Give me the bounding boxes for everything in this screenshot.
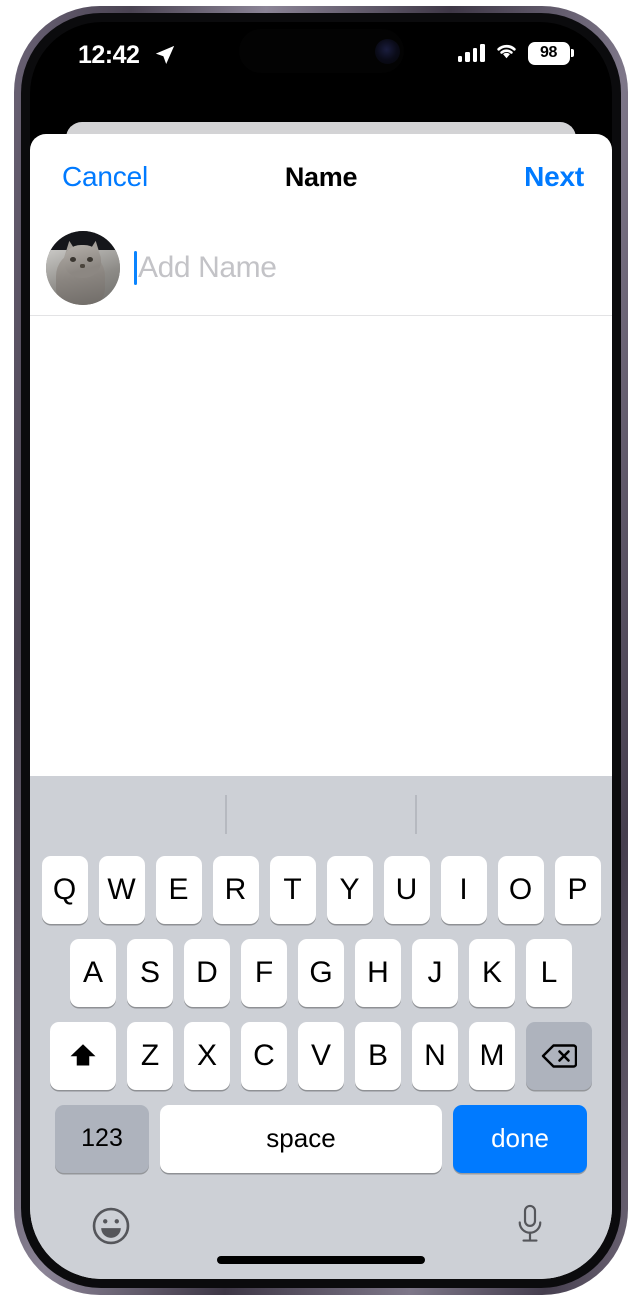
key-a[interactable]: A — [70, 938, 116, 1007]
shift-key[interactable] — [50, 1021, 116, 1090]
predictive-divider — [415, 795, 417, 834]
key-e[interactable]: E — [155, 855, 202, 924]
key-h[interactable]: H — [355, 938, 401, 1007]
done-key[interactable]: done — [453, 1104, 587, 1173]
text-cursor — [134, 250, 137, 285]
status-bar: 12:42 98 — [30, 22, 612, 88]
key-z[interactable]: Z — [127, 1021, 173, 1090]
on-screen-keyboard: Q W E R T Y U I O P A S D F G H J K L Z … — [30, 776, 612, 1279]
name-entry-modal-sheet: Cancel Name Next Add Name Q W E R T Y U … — [30, 134, 612, 1279]
emoji-smiley-icon — [92, 1207, 130, 1245]
key-j[interactable]: J — [412, 938, 458, 1007]
cancel-button[interactable]: Cancel — [62, 161, 148, 193]
cellular-bars-icon — [457, 44, 485, 62]
keyboard-bottom-bar — [30, 1193, 612, 1279]
key-f[interactable]: F — [241, 938, 287, 1007]
key-v[interactable]: V — [298, 1021, 344, 1090]
key-t[interactable]: T — [269, 855, 316, 924]
front-camera-icon — [375, 39, 400, 64]
key-l[interactable]: L — [526, 938, 572, 1007]
key-m[interactable]: M — [469, 1021, 515, 1090]
key-y[interactable]: Y — [326, 855, 373, 924]
phone-screen: 12:42 98 Cancel Name Next Add Name Q W E… — [30, 22, 612, 1279]
status-bar-time: 12:42 — [78, 41, 140, 69]
key-b[interactable]: B — [355, 1021, 401, 1090]
battery-percentage: 98 — [540, 44, 557, 61]
modal-navigation-bar: Cancel Name Next — [30, 134, 612, 220]
home-indicator[interactable] — [217, 1256, 425, 1264]
name-input-placeholder: Add Name — [138, 250, 277, 284]
keyboard-row-2: A S D F G H J K L — [30, 936, 612, 1009]
modal-content-area — [30, 316, 612, 736]
key-i[interactable]: I — [440, 855, 487, 924]
delete-key[interactable] — [526, 1021, 592, 1090]
key-x[interactable]: X — [184, 1021, 230, 1090]
key-n[interactable]: N — [412, 1021, 458, 1090]
keyboard-row-3: Z X C V B N M — [30, 1019, 612, 1092]
space-key[interactable]: space — [160, 1104, 442, 1173]
key-q[interactable]: Q — [41, 855, 88, 924]
keyboard-row-4: 123 space done — [30, 1102, 612, 1175]
name-input-row[interactable]: Add Name — [30, 220, 612, 316]
dictation-key[interactable] — [512, 1203, 548, 1252]
key-u[interactable]: U — [383, 855, 430, 924]
key-s[interactable]: S — [127, 938, 173, 1007]
key-w[interactable]: W — [98, 855, 145, 924]
wifi-icon — [494, 41, 519, 65]
key-o[interactable]: O — [497, 855, 544, 924]
key-d[interactable]: D — [184, 938, 230, 1007]
key-g[interactable]: G — [298, 938, 344, 1007]
numbers-key[interactable]: 123 — [55, 1104, 149, 1173]
shift-arrow-icon — [70, 1043, 96, 1065]
location-arrow-icon — [154, 44, 176, 71]
key-r[interactable]: R — [212, 855, 259, 924]
status-bar-indicators: 98 — [457, 41, 574, 65]
key-c[interactable]: C — [241, 1021, 287, 1090]
predictive-divider — [225, 795, 227, 834]
key-p[interactable]: P — [554, 855, 601, 924]
keyboard-row-1: Q W E R T Y U I O P — [30, 853, 612, 926]
battery-indicator: 98 — [527, 41, 574, 65]
predictive-text-bar[interactable] — [30, 776, 612, 853]
key-k[interactable]: K — [469, 938, 515, 1007]
delete-left-icon — [541, 1043, 577, 1068]
name-input[interactable]: Add Name — [134, 246, 612, 290]
microphone-icon — [518, 1204, 542, 1242]
next-button[interactable]: Next — [524, 161, 584, 193]
avatar[interactable] — [46, 230, 120, 305]
emoji-key[interactable] — [90, 1205, 132, 1252]
